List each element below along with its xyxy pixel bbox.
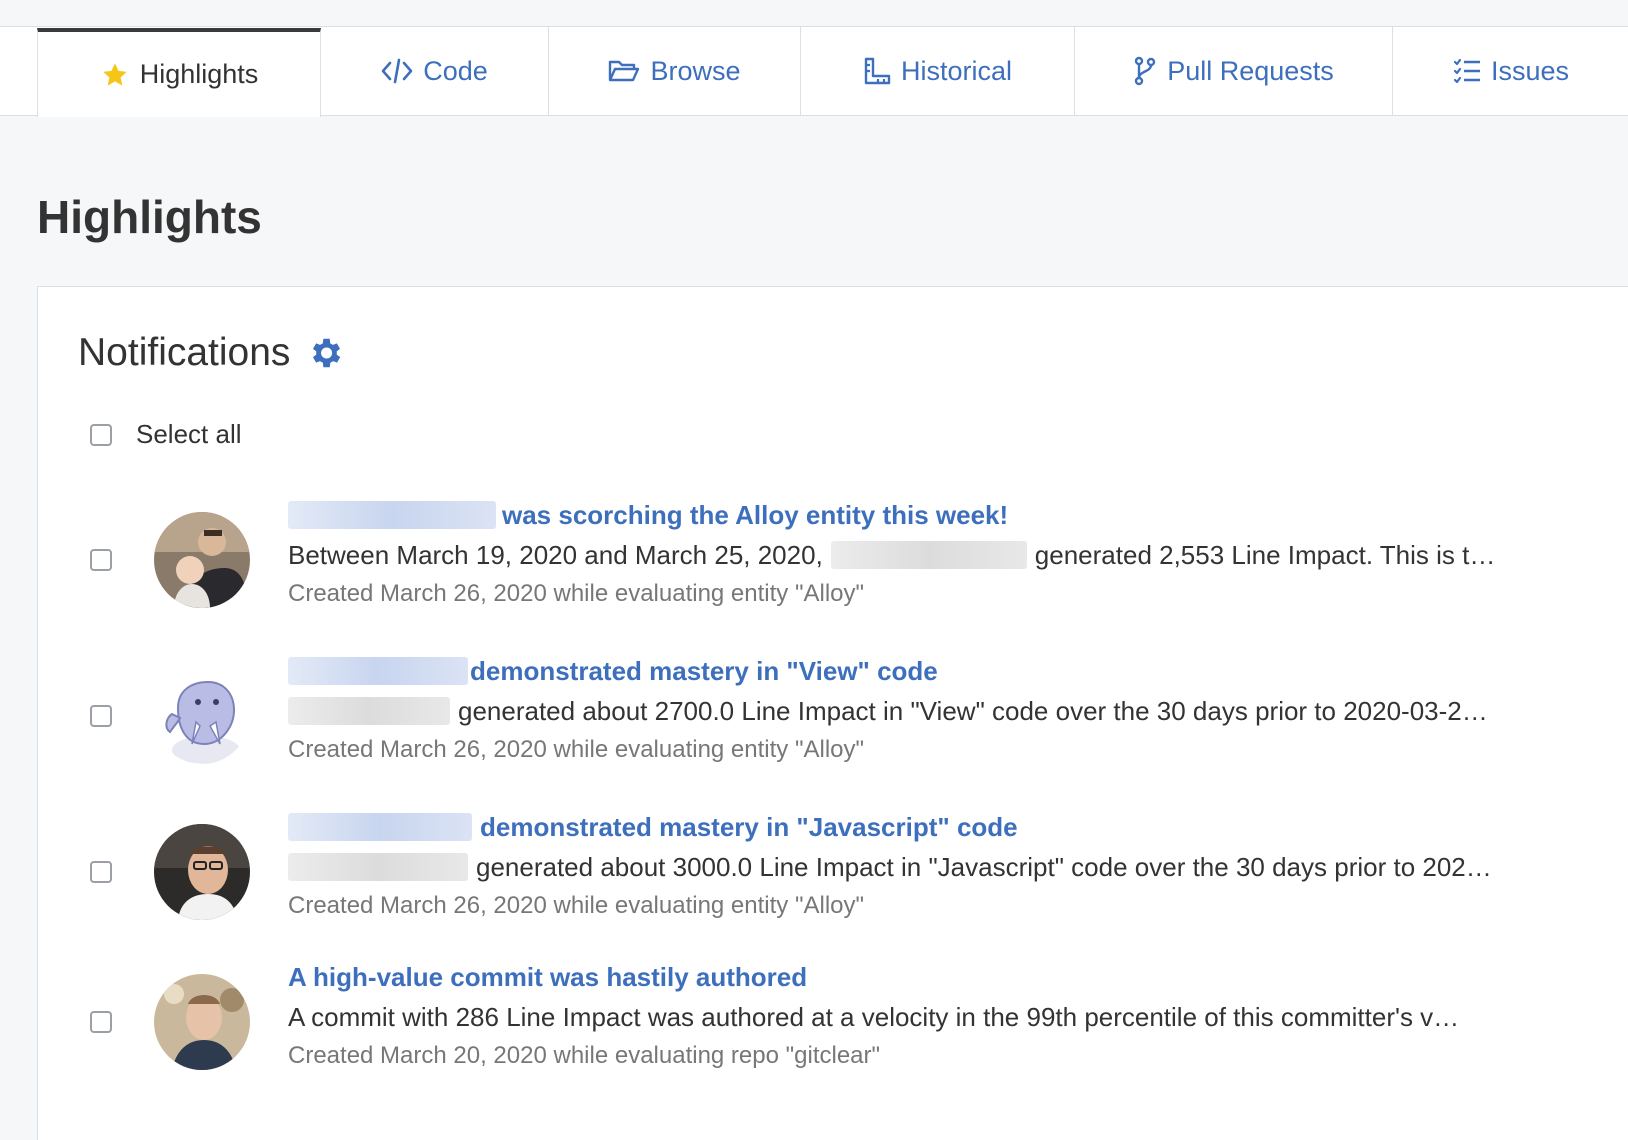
tab-label: Pull Requests	[1167, 55, 1334, 86]
git-branch-icon	[1133, 56, 1157, 86]
notification-body: generated about 3000.0 Line Impact in "J…	[288, 847, 1518, 887]
redacted-name	[288, 657, 468, 685]
avatar[interactable]	[154, 824, 250, 920]
notification-title[interactable]: A high-value commit was hastily authored	[288, 957, 1518, 997]
gear-icon[interactable]	[306, 334, 344, 372]
notification-text: A high-value commit was hastily authored…	[288, 957, 1518, 1075]
notification-title[interactable]: demonstrated mastery in "Javascript" cod…	[288, 807, 1518, 847]
notification-text: was scorching the Alloy entity this week…	[288, 495, 1518, 613]
tab-issues[interactable]: Issues	[1393, 26, 1628, 116]
notification-checkbox[interactable]	[90, 705, 112, 727]
star-icon	[100, 61, 130, 89]
notification-checkbox[interactable]	[90, 861, 112, 883]
notification-title[interactable]: demonstrated mastery in "View" code	[288, 651, 1518, 691]
list-item: A high-value commit was hastily authored…	[38, 957, 1628, 1087]
tab-historical[interactable]: Historical	[801, 26, 1075, 116]
redacted-name	[288, 853, 468, 881]
notification-body: generated about 2700.0 Line Impact in "V…	[288, 691, 1518, 731]
redacted-name	[288, 501, 496, 529]
list-item: demonstrated mastery in "Javascript" cod…	[38, 807, 1628, 937]
avatar[interactable]	[154, 668, 250, 764]
notifications-card: Notifications Select all was scorching t…	[37, 286, 1628, 1140]
ruler-icon	[863, 57, 891, 85]
tab-highlights[interactable]: Highlights	[37, 28, 321, 117]
list-check-icon	[1453, 58, 1481, 84]
avatar[interactable]	[154, 512, 250, 608]
redacted-name	[830, 541, 1027, 569]
notification-meta: Created March 26, 2020 while evaluating …	[288, 736, 865, 763]
redacted-name	[288, 813, 472, 841]
page-title: Highlights	[37, 191, 262, 243]
tab-browse[interactable]: Browse	[549, 26, 801, 116]
select-all-checkbox[interactable]	[90, 423, 112, 446]
notification-meta: Created March 26, 2020 while evaluating …	[288, 580, 865, 607]
tab-label: Browse	[650, 55, 741, 86]
tab-label: Issues	[1491, 55, 1570, 86]
redacted-name	[288, 697, 450, 725]
code-icon	[381, 58, 413, 84]
tab-bar: Highlights Code Browse Historical Pull R…	[0, 0, 1628, 117]
select-all-label: Select all	[136, 419, 242, 449]
card-title: Notifications	[78, 331, 344, 375]
notification-title[interactable]: was scorching the Alloy entity this week…	[288, 495, 1518, 535]
list-item: demonstrated mastery in "View" code gene…	[38, 651, 1628, 781]
list-item: was scorching the Alloy entity this week…	[38, 495, 1628, 625]
notification-text: demonstrated mastery in "Javascript" cod…	[288, 807, 1518, 925]
folder-open-icon	[608, 58, 640, 84]
card-title-text: Notifications	[78, 331, 291, 374]
tab-label: Highlights	[139, 59, 259, 89]
notification-checkbox[interactable]	[90, 549, 112, 571]
avatar[interactable]	[154, 974, 250, 1070]
tab-label: Code	[423, 55, 488, 86]
notification-meta: Created March 20, 2020 while evaluating …	[288, 1042, 881, 1069]
tab-code[interactable]: Code	[321, 26, 549, 116]
notification-meta: Created March 26, 2020 while evaluating …	[288, 892, 865, 919]
tab-pull-requests[interactable]: Pull Requests	[1075, 26, 1393, 116]
notification-body: A commit with 286 Line Impact was author…	[288, 1001, 1460, 1032]
select-all-row: Select all	[90, 419, 242, 450]
notification-body: Between March 19, 2020 and March 25, 202…	[288, 539, 1496, 570]
tab-label: Historical	[900, 55, 1013, 86]
notification-text: demonstrated mastery in "View" code gene…	[288, 651, 1518, 769]
notification-checkbox[interactable]	[90, 1011, 112, 1033]
